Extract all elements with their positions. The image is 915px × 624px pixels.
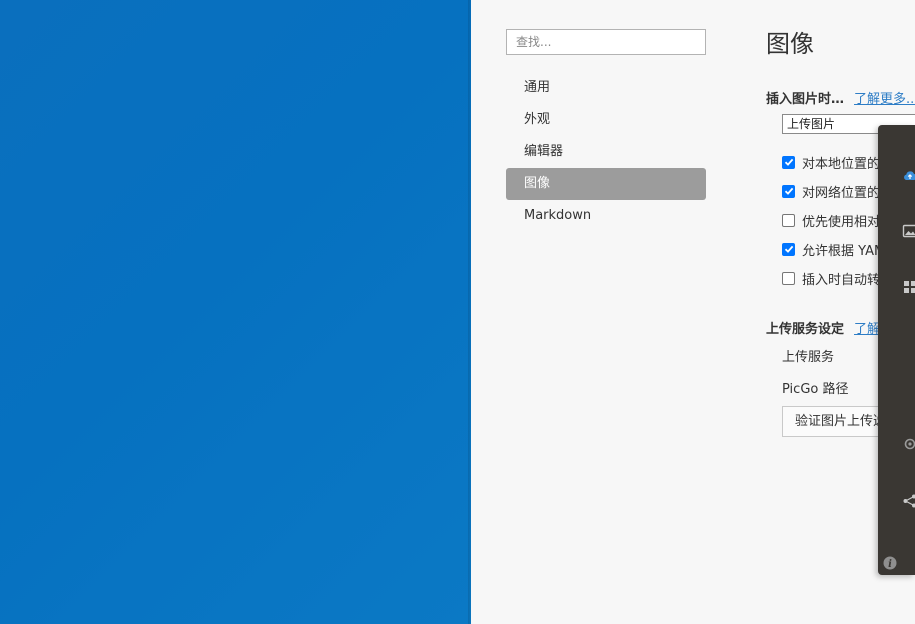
search-input[interactable] — [506, 29, 706, 55]
sidebar-item-general[interactable]: 通用 — [506, 72, 706, 104]
floating-tool-panel: i — [878, 125, 915, 575]
upload-section-header: 上传服务设定 了解 — [766, 318, 880, 337]
sidebar-item-image[interactable]: 图像 — [506, 168, 706, 200]
svg-text:i: i — [888, 559, 892, 570]
sidebar-item-editor[interactable]: 编辑器 — [506, 136, 706, 168]
select-value: 上传图片 — [787, 117, 836, 131]
learn-more-link[interactable]: 了解 — [854, 322, 880, 337]
option-checkbox[interactable] — [782, 242, 795, 256]
upload-service-label: 上传服务 — [782, 350, 835, 365]
picgo-path-label: PicGo 路径 — [782, 382, 849, 397]
page-title: 图像 — [766, 30, 814, 58]
share-icon[interactable] — [902, 493, 915, 509]
grid-icon[interactable] — [902, 279, 915, 295]
info-icon[interactable]: i — [882, 555, 898, 571]
section-title: 插入图片时… — [766, 92, 845, 107]
section-title: 上传服务设定 — [766, 322, 845, 337]
insert-image-section-header: 插入图片时… 了解更多... — [766, 88, 915, 107]
settings-icon[interactable] — [902, 436, 915, 452]
option-checkbox[interactable] — [782, 155, 795, 169]
preferences-sidebar: 通用 外观 编辑器 图像 Markdown — [506, 72, 706, 232]
desktop-background — [0, 0, 471, 624]
cloud-upload-icon[interactable] — [902, 168, 915, 184]
learn-more-link[interactable]: 了解更多... — [854, 92, 915, 107]
image-icon[interactable] — [902, 223, 915, 239]
option-row[interactable]: 对网络位置的 — [782, 182, 881, 201]
option-row[interactable]: 优先使用相对 — [782, 211, 881, 230]
option-checkbox[interactable] — [782, 213, 795, 227]
option-label: 允许根据 YAM — [802, 243, 886, 259]
option-label: 优先使用相对 — [802, 214, 881, 230]
sidebar-item-appearance[interactable]: 外观 — [506, 104, 706, 136]
option-row[interactable]: 允许根据 YAM — [782, 240, 886, 259]
option-label: 插入时自动转 — [802, 272, 881, 288]
preferences-window: 通用 外观 编辑器 图像 Markdown 图像 插入图片时… 了解更多... 上… — [471, 0, 915, 624]
option-checkbox[interactable] — [782, 271, 795, 285]
option-checkbox[interactable] — [782, 184, 795, 198]
option-label: 对本地位置的 — [802, 156, 881, 172]
option-row[interactable]: 对本地位置的 — [782, 153, 881, 172]
option-label: 对网络位置的 — [802, 185, 881, 201]
sidebar-item-markdown[interactable]: Markdown — [506, 200, 706, 232]
option-row[interactable]: 插入时自动转 — [782, 269, 881, 288]
